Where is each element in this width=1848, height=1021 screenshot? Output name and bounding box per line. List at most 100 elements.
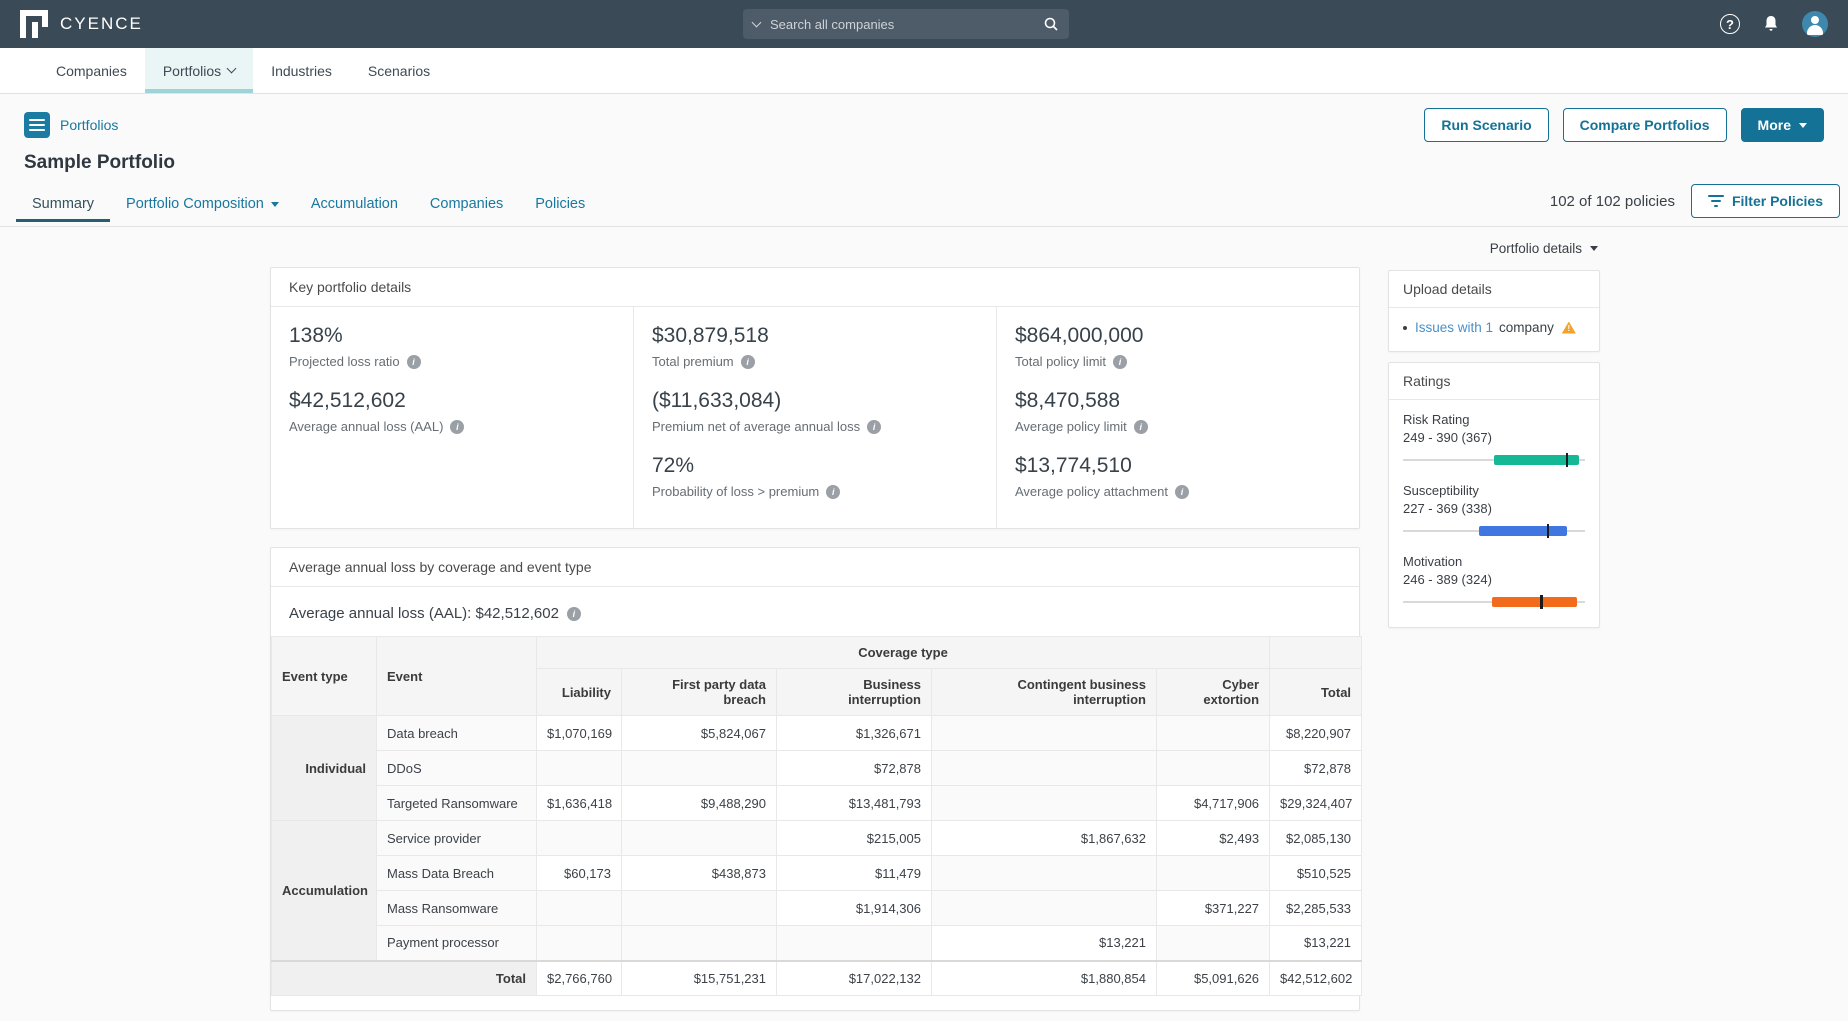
upload-details-card: Upload details Issues with 1 company !	[1388, 270, 1600, 352]
rating-marker	[1547, 524, 1550, 538]
global-search[interactable]	[743, 9, 1069, 39]
value-cell: $1,326,671	[777, 716, 932, 751]
filter-policies-button[interactable]: Filter Policies	[1691, 184, 1840, 218]
info-icon[interactable]: i	[867, 420, 881, 434]
compare-portfolios-button[interactable]: Compare Portfolios	[1563, 108, 1727, 142]
page-title: Sample Portfolio	[24, 152, 1824, 174]
event-cell: Service provider	[377, 821, 537, 856]
rating-name: Motivation	[1403, 554, 1585, 569]
help-icon[interactable]: ?	[1720, 14, 1740, 34]
column-header-liability: Liability	[537, 669, 622, 716]
aal-table: Event type Event Coverage type Liability…	[271, 636, 1362, 996]
card-title: Average annual loss by coverage and even…	[271, 548, 1359, 587]
metric-average-annual-loss: $42,512,602 Average annual loss (AAL)i	[289, 388, 633, 434]
card-title: Upload details	[1389, 271, 1599, 308]
value-cell: $215,005	[777, 821, 932, 856]
value-cell	[622, 926, 777, 961]
column-header-event-type: Event type	[272, 637, 377, 716]
column-header-event: Event	[377, 637, 537, 716]
nav-item-companies[interactable]: Companies	[38, 48, 145, 93]
tab-companies[interactable]: Companies	[414, 188, 519, 222]
metric-premium-net-of-aal: ($11,633,084) Premium net of average ann…	[652, 388, 996, 434]
info-icon[interactable]: i	[407, 355, 421, 369]
top-app-bar: CYENCE ?	[0, 0, 1848, 48]
column-header-coverage-type: Coverage type	[537, 637, 1270, 669]
event-cell: Payment processor	[377, 926, 537, 961]
value-cell: $72,878	[777, 751, 932, 786]
breadcrumb: Portfolios	[24, 112, 118, 138]
value-cell: $5,824,067	[622, 716, 777, 751]
event-cell: Targeted Ransomware	[377, 786, 537, 821]
tab-portfolio-composition[interactable]: Portfolio Composition	[110, 188, 295, 222]
issues-link[interactable]: Issues with 1	[1415, 320, 1493, 335]
policies-count: 102 of 102 policies	[1550, 193, 1675, 210]
value-cell	[1157, 856, 1270, 891]
rating-range: 227 - 369 (338)	[1403, 501, 1585, 516]
rating-marker	[1540, 595, 1543, 609]
value-cell: $13,481,793	[777, 786, 932, 821]
more-button[interactable]: More	[1741, 108, 1824, 142]
nav-item-portfolios[interactable]: Portfolios	[145, 48, 253, 93]
value-cell: $2,085,130	[1270, 821, 1362, 856]
rating-range: 249 - 390 (367)	[1403, 430, 1585, 445]
value-cell	[537, 926, 622, 961]
info-icon[interactable]: i	[450, 420, 464, 434]
nav-item-scenarios[interactable]: Scenarios	[350, 48, 448, 93]
portfolio-list-icon[interactable]	[24, 112, 50, 138]
search-input[interactable]	[770, 17, 1033, 32]
primary-nav: Companies Portfolios Industries Scenario…	[0, 48, 1848, 94]
rating-marker	[1566, 453, 1569, 467]
rating-row: Risk Rating249 - 390 (367)	[1403, 412, 1585, 467]
total-value-cell: $5,091,626	[1157, 961, 1270, 996]
brand: CYENCE	[20, 10, 143, 38]
ratings-card: Ratings Risk Rating249 - 390 (367)Suscep…	[1388, 362, 1600, 628]
caret-down-icon	[271, 202, 279, 207]
bullet-icon	[1403, 326, 1407, 330]
info-icon[interactable]: i	[1175, 485, 1189, 499]
value-cell	[932, 786, 1157, 821]
user-avatar[interactable]	[1802, 11, 1828, 37]
table-row: Mass Data Breach$60,173$438,873$11,479$5…	[272, 856, 1362, 891]
column-header-total: Total	[1270, 669, 1362, 716]
search-icon[interactable]	[1043, 16, 1059, 32]
portfolio-details-dropdown[interactable]: Portfolio details	[1388, 237, 1600, 260]
column-header-business-interruption: Business interruption	[777, 669, 932, 716]
event-cell: DDoS	[377, 751, 537, 786]
event-cell: Data breach	[377, 716, 537, 751]
info-icon[interactable]: i	[1134, 420, 1148, 434]
notifications-bell-icon[interactable]	[1762, 14, 1780, 34]
info-icon[interactable]: i	[826, 485, 840, 499]
value-cell	[1157, 751, 1270, 786]
chevron-down-icon[interactable]	[752, 18, 762, 28]
upload-issue-item: Issues with 1 company !	[1403, 320, 1585, 335]
info-icon[interactable]: i	[567, 607, 581, 621]
rating-slider	[1403, 453, 1585, 467]
total-value-cell: $15,751,231	[622, 961, 777, 996]
value-cell: $60,173	[537, 856, 622, 891]
table-row: Mass Ransomware$1,914,306$371,227$2,285,…	[272, 891, 1362, 926]
run-scenario-button[interactable]: Run Scenario	[1424, 108, 1548, 142]
nav-item-industries[interactable]: Industries	[253, 48, 350, 93]
breadcrumb-portfolios-link[interactable]: Portfolios	[60, 117, 118, 133]
info-icon[interactable]: i	[741, 355, 755, 369]
value-cell: $438,873	[622, 856, 777, 891]
value-cell: $1,914,306	[777, 891, 932, 926]
warning-icon: !	[1562, 322, 1576, 334]
value-cell: $29,324,407	[1270, 786, 1362, 821]
tab-policies[interactable]: Policies	[519, 188, 601, 222]
rating-row: Motivation246 - 389 (324)	[1403, 554, 1585, 609]
total-value-cell: $17,022,132	[777, 961, 932, 996]
value-cell: $11,479	[777, 856, 932, 891]
value-cell: $371,227	[1157, 891, 1270, 926]
value-cell: $1,636,418	[537, 786, 622, 821]
tab-accumulation[interactable]: Accumulation	[295, 188, 414, 222]
value-cell	[932, 716, 1157, 751]
info-icon[interactable]: i	[1113, 355, 1127, 369]
total-value-cell: $42,512,602	[1270, 961, 1362, 996]
table-total-row: Total$2,766,760$15,751,231$17,022,132$1,…	[272, 961, 1362, 996]
value-cell	[622, 891, 777, 926]
metric-average-policy-limit: $8,470,588 Average policy limiti	[1015, 388, 1359, 434]
key-portfolio-details-card: Key portfolio details 138% Projected los…	[270, 267, 1360, 529]
value-cell	[622, 751, 777, 786]
tab-summary[interactable]: Summary	[16, 188, 110, 222]
